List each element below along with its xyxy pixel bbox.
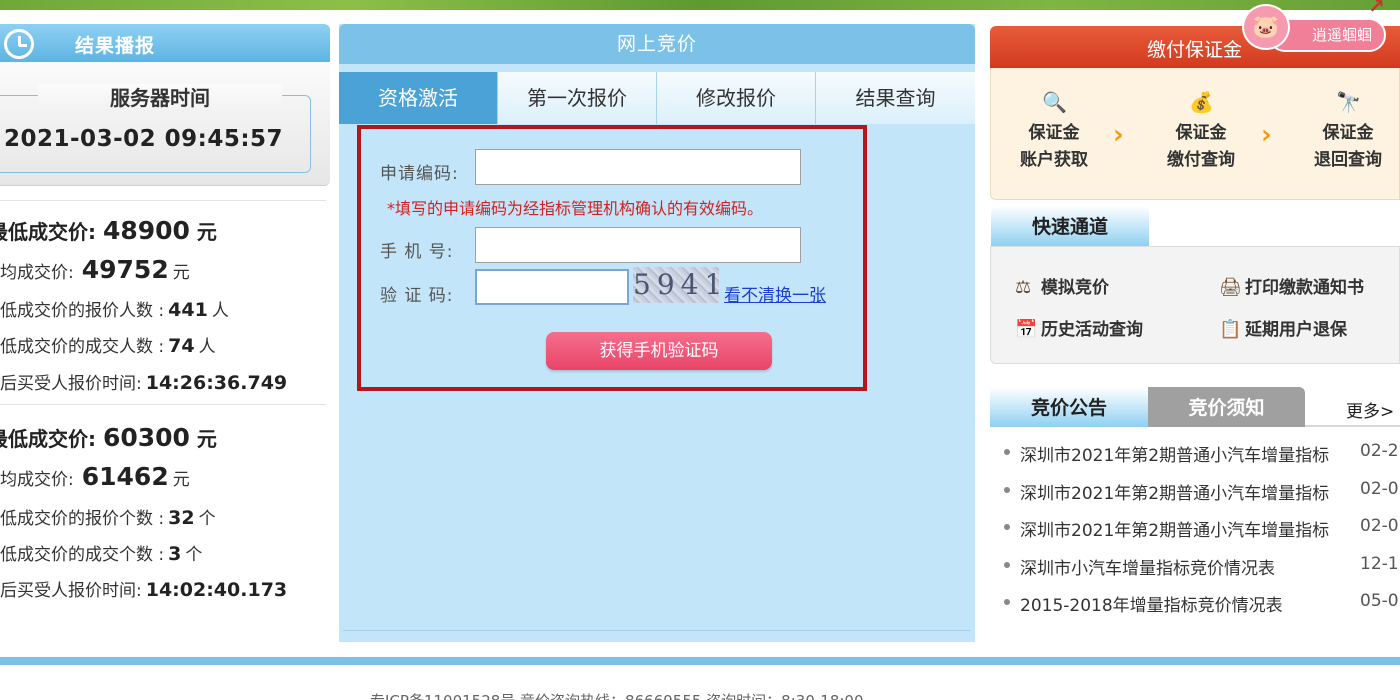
block2-last-time: 最后买受人报价时间:14:02:40.173 [0,579,288,601]
arrow-right-icon: › [1113,120,1124,150]
bullet-icon [1004,524,1010,530]
tab-modify-bid[interactable]: 修改报价 [657,72,816,124]
deposit-box: 🔍 保证金 账户获取 › 💰 保证金 缴付查询 › 🔭 保证金 退回查询 [990,68,1400,200]
app-code-hint: *填写的申请编码为经指标管理机构确认的有效编码。 [387,199,764,218]
block2-bidders: 最低成交价的报价个数 :32 个 [0,507,216,529]
block1-deals: 最低成交价的成交人数 :74 人 [0,335,216,357]
deposit-account-link[interactable]: 🔍 保证金 账户获取 [999,90,1109,174]
tab-result-query[interactable]: 结果查询 [816,72,975,124]
list-item[interactable]: 2015-2018年增量指标竞价情况表 05-0 [990,588,1400,618]
get-sms-code-button[interactable]: 获得手机验证码 [546,332,772,370]
phone-input[interactable] [475,227,801,263]
document-search-icon: 🔍 [1042,90,1067,114]
server-time-box: 服务器时间 2021-03-02 09:45:57 [0,62,330,186]
arrow-right-icon: › [1261,120,1272,150]
divider [0,200,326,201]
print-notice-link[interactable]: 🖨 打印缴款通知书 [1219,273,1364,298]
bullet-icon [1004,599,1010,605]
clipboard-icon: 📋 [1219,319,1242,340]
deposit-payment-query-link[interactable]: 💰 保证金 缴付查询 [1146,90,1256,174]
footer-bar [0,657,1400,665]
list-item[interactable]: 深圳市2021年第2期普通小汽车增量指标 02-0 [990,476,1400,506]
captcha-label: 验 证 码: [380,286,454,306]
printer-icon: 🖨 [1219,277,1242,298]
list-item[interactable]: 深圳市小汽车增量指标竞价情况表 12-1 [990,551,1400,581]
block1-last-time: 最后买受人报价时间:14:26:36.749 [0,372,288,394]
tab-first-bid[interactable]: 第一次报价 [498,72,657,124]
block1-bidders: 最低成交价的报价人数 :441 人 [0,299,229,321]
online-bidding-panel: 网上竞价 资格激活 第一次报价 修改报价 结果查询 申请编码: *填写的申请编码… [339,24,975,642]
captcha-refresh-link[interactable]: 看不清换一张 [724,281,826,306]
pig-avatar-icon: 🐷 [1242,4,1290,50]
list-item[interactable]: 深圳市2021年第2期普通小汽车增量指标 02-2 [990,438,1400,468]
tab-activation[interactable]: 资格激活 [339,72,498,124]
footer-text: 专ICP备11001528号 竞价咨询热线：86669555 咨询时间：8:30… [370,690,864,700]
arrow-icon: ↗ [1368,0,1385,18]
bullet-icon [1004,562,1010,568]
calendar-icon: 📅 [1015,319,1038,340]
user-badge[interactable]: 逍遥蝈蝈 🐷 ↗ [1242,0,1392,68]
binoculars-icon: 🔭 [1336,90,1361,114]
results-header: 结果播报 [0,24,330,62]
right-panel: 缴付保证金 逍遥蝈蝈 🐷 ↗ 🔍 保证金 账户获取 › 💰 保证金 缴付查询 ›… [990,0,1400,642]
top-banner-strip [0,0,1400,10]
phone-label: 手 机 号: [380,242,454,262]
quick-channel-box: ⚖ 模拟竞价 🖨 打印缴款通知书 📅 历史活动查询 📋 延期用户退保 [990,246,1400,364]
block2-min-price: 最低成交价: 60300 元 [0,423,217,452]
results-panel: 结果播报 服务器时间 2021-03-02 09:45:57 最低成交价: 48… [0,24,332,642]
gavel-icon: ⚖ [1015,277,1032,298]
tab-bidding-announcement[interactable]: 竞价公告 [990,387,1148,427]
online-bidding-title: 网上竞价 [616,33,697,55]
server-time-label: 服务器时间 [110,86,210,110]
deposit-title: 缴付保证金 [1147,39,1243,61]
quick-channel-tab: 快速通道 [991,206,1149,246]
extension-refund-link[interactable]: 📋 延期用户退保 [1219,315,1347,340]
bidding-tabs: 资格激活 第一次报价 修改报价 结果查询 [339,72,975,124]
block1-avg-price: 平均成交价:49752元 [0,255,190,284]
activation-form: 申请编码: *填写的申请编码为经指标管理机构确认的有效编码。 手 机 号: 验 … [357,125,867,391]
tab-bidding-instructions[interactable]: 竞价须知 [1148,387,1305,427]
clock-icon [4,29,34,59]
notice-tabs: 竞价公告 竞价须知 更多> [990,387,1400,427]
results-title: 结果播报 [75,35,156,57]
divider [343,630,971,631]
block2-deals: 最低成交价的成交个数 :3个 [0,543,203,565]
app-code-input[interactable] [475,149,801,185]
bullet-icon [1004,449,1010,455]
block1-min-price: 最低成交价: 48900 元 [0,216,217,245]
history-query-link[interactable]: 📅 历史活动查询 [1015,315,1143,340]
divider [0,404,326,405]
server-time-value: 2021-03-02 09:45:57 [4,126,284,152]
list-item[interactable]: 深圳市2021年第2期普通小汽车增量指标 02-0 [990,513,1400,543]
captcha-input[interactable] [475,269,629,305]
online-bidding-header: 网上竞价 [339,24,975,64]
captcha-image[interactable]: 5941 [633,267,722,303]
coins-search-icon: 💰 [1189,90,1214,114]
bullet-icon [1004,487,1010,493]
block2-avg-price: 平均成交价:61462元 [0,462,190,491]
more-link[interactable]: 更多> [1346,397,1394,422]
simulated-bidding-link[interactable]: ⚖ 模拟竞价 [1015,273,1109,298]
deposit-refund-query-link[interactable]: 🔭 保证金 退回查询 [1293,90,1400,174]
app-code-label: 申请编码: [380,164,459,184]
